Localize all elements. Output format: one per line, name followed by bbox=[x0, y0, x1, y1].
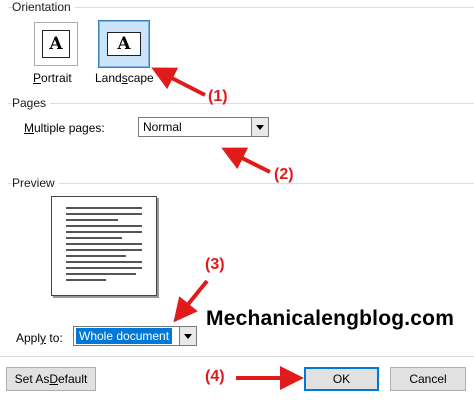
annotation-2: (2) bbox=[274, 166, 294, 183]
annotation-arrows bbox=[151, 67, 304, 390]
annotation-1: (1) bbox=[208, 88, 228, 105]
annotation-4: (4) bbox=[205, 368, 225, 385]
arrow-2 bbox=[221, 147, 271, 174]
arrow-1 bbox=[151, 67, 206, 97]
arrow-3 bbox=[173, 279, 209, 323]
annotation-3: (3) bbox=[205, 256, 225, 273]
